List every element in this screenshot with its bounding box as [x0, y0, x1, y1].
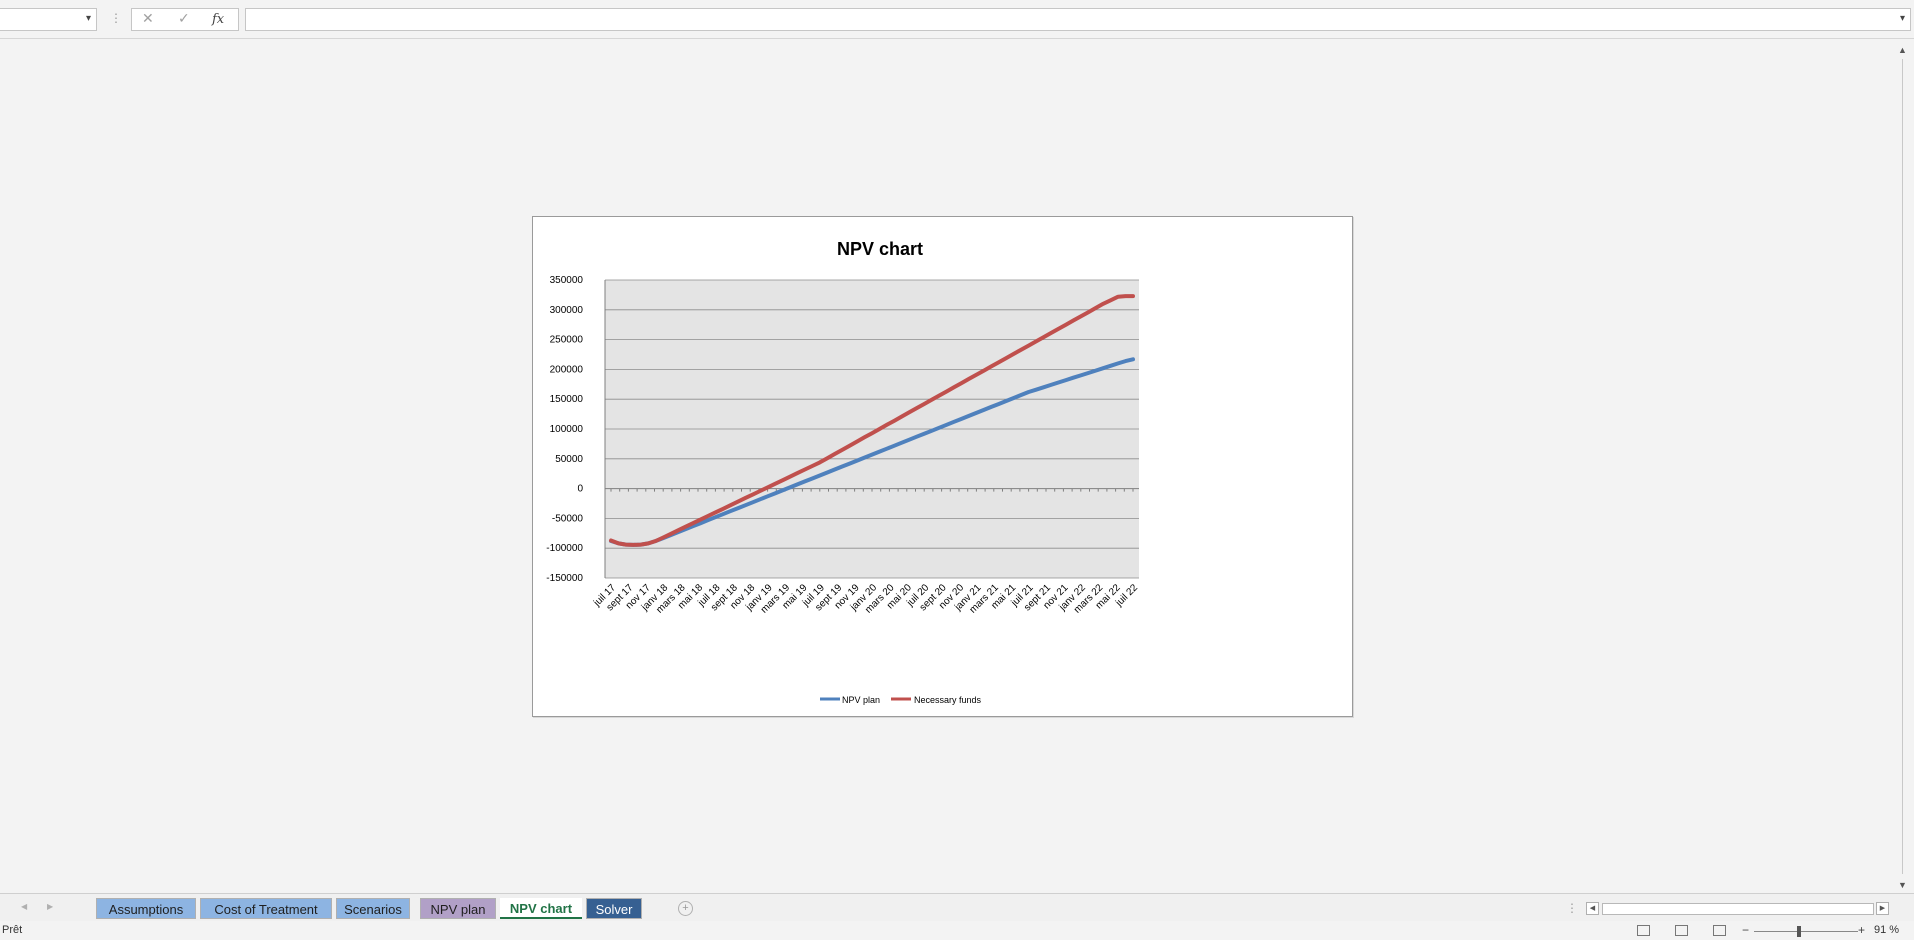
- zoom-in-icon[interactable]: +: [1858, 923, 1865, 937]
- formula-bar-area: ▾ ⋮ ✕ ✓ fx ▾: [0, 0, 1914, 39]
- normal-view-icon[interactable]: [1637, 925, 1650, 936]
- y-tick-label: 0: [577, 484, 583, 495]
- formula-input[interactable]: ▾: [245, 8, 1911, 31]
- horizontal-scrollbar[interactable]: ◀ ▶: [1586, 902, 1889, 915]
- y-tick-label: 150000: [550, 394, 584, 405]
- legend: NPV plan Necessary funds: [820, 695, 982, 705]
- sheet-tab-assumptions[interactable]: Assumptions: [96, 898, 196, 919]
- zoom-slider[interactable]: [1754, 931, 1858, 932]
- zoom-slider-thumb[interactable]: [1796, 926, 1801, 937]
- x-axis-labels: juil 17sept 17nov 17janv 18mars 18mai 18…: [591, 582, 1140, 616]
- confirm-icon[interactable]: ✓: [178, 11, 190, 27]
- scroll-down-icon[interactable]: ▼: [1898, 880, 1907, 890]
- y-tick-label: -150000: [546, 573, 583, 584]
- scroll-track[interactable]: [1902, 59, 1903, 874]
- sheet-tab-npv-plan[interactable]: NPV plan: [420, 898, 496, 919]
- sheet-tab-bar: ◀ ▶ Assumptions Cost of Treatment Scenario…: [0, 893, 1914, 921]
- y-tick-label: 100000: [550, 424, 584, 435]
- page-break-preview-icon[interactable]: [1713, 925, 1726, 936]
- zoom-level[interactable]: 91 %: [1874, 924, 1899, 936]
- chart-canvas: 350000 300000 250000 200000 150000 100000 5000…: [546, 239, 1140, 705]
- scroll-thumb[interactable]: [1602, 903, 1874, 915]
- legend-label-npv-plan: NPV plan: [842, 695, 880, 705]
- vertical-scrollbar[interactable]: ▲ ▼: [1896, 45, 1912, 890]
- name-box[interactable]: ▾: [0, 8, 97, 31]
- npv-chart[interactable]: 350000 300000 250000 200000 150000 100000 5000…: [532, 216, 1353, 717]
- status-bar: Prêt − + 91 %: [0, 921, 1914, 940]
- y-axis-labels: 350000 300000 250000 200000 150000 100000 5000…: [546, 275, 583, 584]
- y-tick-label: 300000: [550, 305, 584, 316]
- y-tick-label: -100000: [546, 543, 583, 554]
- chevron-down-icon[interactable]: ▾: [86, 13, 91, 24]
- chart-title: NPV chart: [837, 239, 923, 259]
- scroll-up-icon[interactable]: ▲: [1898, 45, 1907, 55]
- status-ready: Prêt: [2, 924, 23, 936]
- formula-buttons: ✕ ✓ fx: [131, 8, 239, 31]
- sheet-tab-npv-chart[interactable]: NPV chart: [500, 898, 582, 919]
- split-handle-icon[interactable]: ⋮: [1566, 901, 1578, 915]
- page-layout-icon[interactable]: [1675, 925, 1688, 936]
- legend-label-necessary-funds: Necessary funds: [914, 695, 982, 705]
- y-tick-label: 250000: [550, 335, 584, 346]
- cancel-icon[interactable]: ✕: [142, 11, 154, 27]
- y-tick-label: -50000: [552, 513, 584, 524]
- sheet-tab-solver[interactable]: Solver: [586, 898, 642, 919]
- zoom-out-icon[interactable]: −: [1742, 923, 1749, 937]
- scroll-right-icon[interactable]: ▶: [1876, 902, 1889, 915]
- y-tick-label: 50000: [555, 454, 583, 465]
- insert-function-icon[interactable]: fx: [212, 12, 224, 27]
- more-options-icon[interactable]: ⋮: [110, 11, 122, 25]
- sheet-tab-scenarios[interactable]: Scenarios: [336, 898, 410, 919]
- y-tick-label: 350000: [550, 275, 584, 286]
- expand-formula-icon[interactable]: ▾: [1900, 13, 1905, 24]
- y-tick-label: 200000: [550, 364, 584, 375]
- prev-sheet-icon[interactable]: ◀: [21, 902, 27, 911]
- add-sheet-icon[interactable]: +: [678, 901, 693, 916]
- scroll-left-icon[interactable]: ◀: [1586, 902, 1599, 915]
- next-sheet-icon[interactable]: ▶: [47, 902, 53, 911]
- sheet-tab-cost-of-treatment[interactable]: Cost of Treatment: [200, 898, 332, 919]
